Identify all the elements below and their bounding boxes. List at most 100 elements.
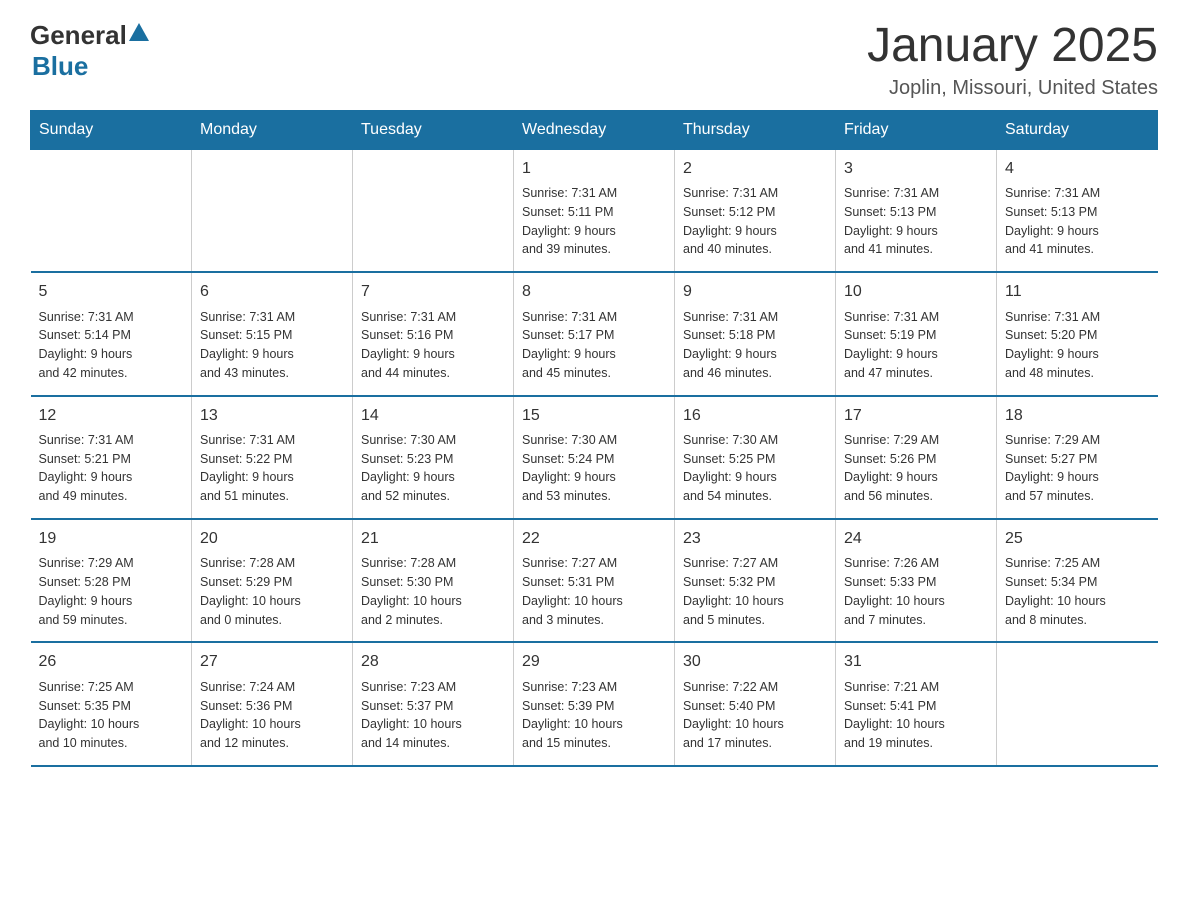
logo-general-text: General [30,20,127,51]
calendar-cell: 13 Sunrise: 7:31 AM Sunset: 5:22 PM Dayli… [192,396,353,519]
day-of-week-tuesday: Tuesday [353,110,514,149]
calendar-week-3: 12 Sunrise: 7:31 AM Sunset: 5:21 PM Dayli… [31,396,1158,519]
day-number: 7 [361,281,505,303]
day-info: Sunrise: 7:31 AM Sunset: 5:22 PM Dayligh… [200,431,344,506]
calendar-cell: 17 Sunrise: 7:29 AM Sunset: 5:26 PM Dayli… [836,396,997,519]
day-number: 5 [39,281,184,303]
day-number: 1 [522,158,666,180]
day-number: 9 [683,281,827,303]
day-number: 18 [1005,405,1150,427]
calendar-cell: 11Sunrise: 7:31 AM Sunset: 5:20 PM Dayli… [997,272,1158,395]
calendar-cell: 29 Sunrise: 7:23 AM Sunset: 5:39 PM Dayli… [514,642,675,765]
day-of-week-saturday: Saturday [997,110,1158,149]
calendar-cell: 1 Sunrise: 7:31 AM Sunset: 5:11 PM Daylig… [514,149,675,272]
day-info: Sunrise: 7:25 AM Sunset: 5:34 PM Dayligh… [1005,554,1150,629]
day-number: 16 [683,405,827,427]
calendar-cell [192,149,353,272]
day-number: 27 [200,651,344,673]
day-number: 19 [39,528,184,550]
day-info: Sunrise: 7:31 AM Sunset: 5:21 PM Dayligh… [39,431,184,506]
day-number: 22 [522,528,666,550]
day-number: 24 [844,528,988,550]
day-number: 15 [522,405,666,427]
day-number: 6 [200,281,344,303]
calendar-cell: 5Sunrise: 7:31 AM Sunset: 5:14 PM Daylig… [31,272,192,395]
calendar-week-1: 1 Sunrise: 7:31 AM Sunset: 5:11 PM Daylig… [31,149,1158,272]
calendar-cell: 23Sunrise: 7:27 AM Sunset: 5:32 PM Dayli… [675,519,836,642]
day-number: 23 [683,528,827,550]
day-number: 25 [1005,528,1150,550]
day-of-week-monday: Monday [192,110,353,149]
calendar-cell: 4Sunrise: 7:31 AM Sunset: 5:13 PM Daylig… [997,149,1158,272]
day-number: 14 [361,405,505,427]
month-title: January 2025 [867,20,1158,73]
day-number: 31 [844,651,988,673]
day-info: Sunrise: 7:26 AM Sunset: 5:33 PM Dayligh… [844,554,988,629]
page-header: General Blue January 2025 Joplin, Missou… [30,20,1158,100]
calendar-week-4: 19 Sunrise: 7:29 AM Sunset: 5:28 PM Dayli… [31,519,1158,642]
calendar-cell: 3Sunrise: 7:31 AM Sunset: 5:13 PM Daylig… [836,149,997,272]
day-number: 21 [361,528,505,550]
calendar-cell: 7 Sunrise: 7:31 AM Sunset: 5:16 PM Daylig… [353,272,514,395]
day-number: 4 [1005,158,1150,180]
calendar-cell: 25 Sunrise: 7:25 AM Sunset: 5:34 PM Dayli… [997,519,1158,642]
days-of-week-row: SundayMondayTuesdayWednesdayThursdayFrid… [31,110,1158,149]
calendar-body: 1 Sunrise: 7:31 AM Sunset: 5:11 PM Daylig… [31,149,1158,765]
day-number: 12 [39,405,184,427]
calendar-cell: 12 Sunrise: 7:31 AM Sunset: 5:21 PM Dayli… [31,396,192,519]
calendar-header: SundayMondayTuesdayWednesdayThursdayFrid… [31,110,1158,149]
calendar-cell: 18Sunrise: 7:29 AM Sunset: 5:27 PM Dayli… [997,396,1158,519]
day-info: Sunrise: 7:28 AM Sunset: 5:30 PM Dayligh… [361,554,505,629]
day-info: Sunrise: 7:30 AM Sunset: 5:23 PM Dayligh… [361,431,505,506]
calendar-cell [31,149,192,272]
logo: General Blue [30,20,149,82]
calendar-cell: 27 Sunrise: 7:24 AM Sunset: 5:36 PM Dayli… [192,642,353,765]
calendar-week-5: 26Sunrise: 7:25 AM Sunset: 5:35 PM Dayli… [31,642,1158,765]
calendar-cell: 6 Sunrise: 7:31 AM Sunset: 5:15 PM Daylig… [192,272,353,395]
day-number: 10 [844,281,988,303]
location-title: Joplin, Missouri, United States [867,77,1158,100]
logo-blue-text: Blue [32,51,88,81]
calendar-cell: 31 Sunrise: 7:21 AM Sunset: 5:41 PM Dayli… [836,642,997,765]
day-number: 13 [200,405,344,427]
day-info: Sunrise: 7:31 AM Sunset: 5:19 PM Dayligh… [844,308,988,383]
day-info: Sunrise: 7:31 AM Sunset: 5:20 PM Dayligh… [1005,308,1150,383]
day-info: Sunrise: 7:31 AM Sunset: 5:18 PM Dayligh… [683,308,827,383]
day-number: 8 [522,281,666,303]
title-section: January 2025 Joplin, Missouri, United St… [867,20,1158,100]
calendar-table: SundayMondayTuesdayWednesdayThursdayFrid… [30,110,1158,767]
day-info: Sunrise: 7:21 AM Sunset: 5:41 PM Dayligh… [844,678,988,753]
day-info: Sunrise: 7:31 AM Sunset: 5:16 PM Dayligh… [361,308,505,383]
calendar-cell: 9 Sunrise: 7:31 AM Sunset: 5:18 PM Daylig… [675,272,836,395]
logo-triangle-icon [129,23,149,41]
day-info: Sunrise: 7:23 AM Sunset: 5:39 PM Dayligh… [522,678,666,753]
day-of-week-sunday: Sunday [31,110,192,149]
day-number: 2 [683,158,827,180]
day-info: Sunrise: 7:31 AM Sunset: 5:11 PM Dayligh… [522,184,666,259]
day-number: 17 [844,405,988,427]
day-info: Sunrise: 7:31 AM Sunset: 5:15 PM Dayligh… [200,308,344,383]
calendar-cell: 26Sunrise: 7:25 AM Sunset: 5:35 PM Dayli… [31,642,192,765]
day-number: 30 [683,651,827,673]
calendar-cell: 15 Sunrise: 7:30 AM Sunset: 5:24 PM Dayli… [514,396,675,519]
calendar-cell: 2Sunrise: 7:31 AM Sunset: 5:12 PM Daylig… [675,149,836,272]
day-info: Sunrise: 7:23 AM Sunset: 5:37 PM Dayligh… [361,678,505,753]
day-number: 29 [522,651,666,673]
calendar-cell: 24 Sunrise: 7:26 AM Sunset: 5:33 PM Dayli… [836,519,997,642]
calendar-cell [997,642,1158,765]
day-info: Sunrise: 7:31 AM Sunset: 5:17 PM Dayligh… [522,308,666,383]
day-info: Sunrise: 7:25 AM Sunset: 5:35 PM Dayligh… [39,678,184,753]
day-info: Sunrise: 7:30 AM Sunset: 5:24 PM Dayligh… [522,431,666,506]
calendar-week-2: 5Sunrise: 7:31 AM Sunset: 5:14 PM Daylig… [31,272,1158,395]
calendar-cell: 28 Sunrise: 7:23 AM Sunset: 5:37 PM Dayli… [353,642,514,765]
day-info: Sunrise: 7:28 AM Sunset: 5:29 PM Dayligh… [200,554,344,629]
calendar-cell: 20 Sunrise: 7:28 AM Sunset: 5:29 PM Dayli… [192,519,353,642]
day-number: 28 [361,651,505,673]
day-info: Sunrise: 7:29 AM Sunset: 5:28 PM Dayligh… [39,554,184,629]
calendar-cell: 14 Sunrise: 7:30 AM Sunset: 5:23 PM Dayli… [353,396,514,519]
day-info: Sunrise: 7:24 AM Sunset: 5:36 PM Dayligh… [200,678,344,753]
day-info: Sunrise: 7:22 AM Sunset: 5:40 PM Dayligh… [683,678,827,753]
calendar-cell: 19 Sunrise: 7:29 AM Sunset: 5:28 PM Dayli… [31,519,192,642]
day-info: Sunrise: 7:29 AM Sunset: 5:26 PM Dayligh… [844,431,988,506]
day-number: 20 [200,528,344,550]
